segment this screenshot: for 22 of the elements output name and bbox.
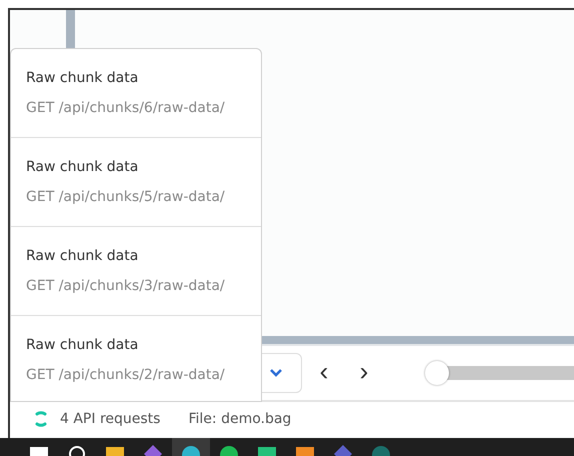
request-item[interactable]: Raw chunk data GET /api/chunks/6/raw-data/ [11,49,261,138]
spinner-icon [34,411,48,427]
request-title: Raw chunk data [26,248,140,264]
request-title: Raw chunk data [26,159,140,175]
dropdown-button[interactable] [262,353,302,393]
previous-button[interactable]: ‹ [306,358,342,388]
slider-thumb[interactable] [425,361,449,385]
request-title: Raw chunk data [26,337,140,353]
next-button[interactable]: › [346,358,382,388]
request-title: Raw chunk data [26,70,140,86]
timeline-slider[interactable] [424,360,574,386]
request-endpoint: GET /api/chunks/2/raw-data/ [26,367,226,383]
request-endpoint: GET /api/chunks/5/raw-data/ [26,189,226,205]
request-item[interactable]: Raw chunk data GET /api/chunks/3/raw-data/ [11,227,261,316]
request-endpoint: GET /api/chunks/3/raw-data/ [26,278,226,294]
file-name: File: demo.bag [188,411,292,427]
request-item[interactable]: Raw chunk data GET /api/chunks/5/raw-data/ [11,138,261,227]
request-endpoint: GET /api/chunks/6/raw-data/ [26,100,226,116]
request-count: 4 API requests [60,411,160,427]
chevron-down-icon [270,369,282,377]
horizontal-scrollbar[interactable] [262,336,574,346]
vertical-scrollbar[interactable] [66,10,75,48]
